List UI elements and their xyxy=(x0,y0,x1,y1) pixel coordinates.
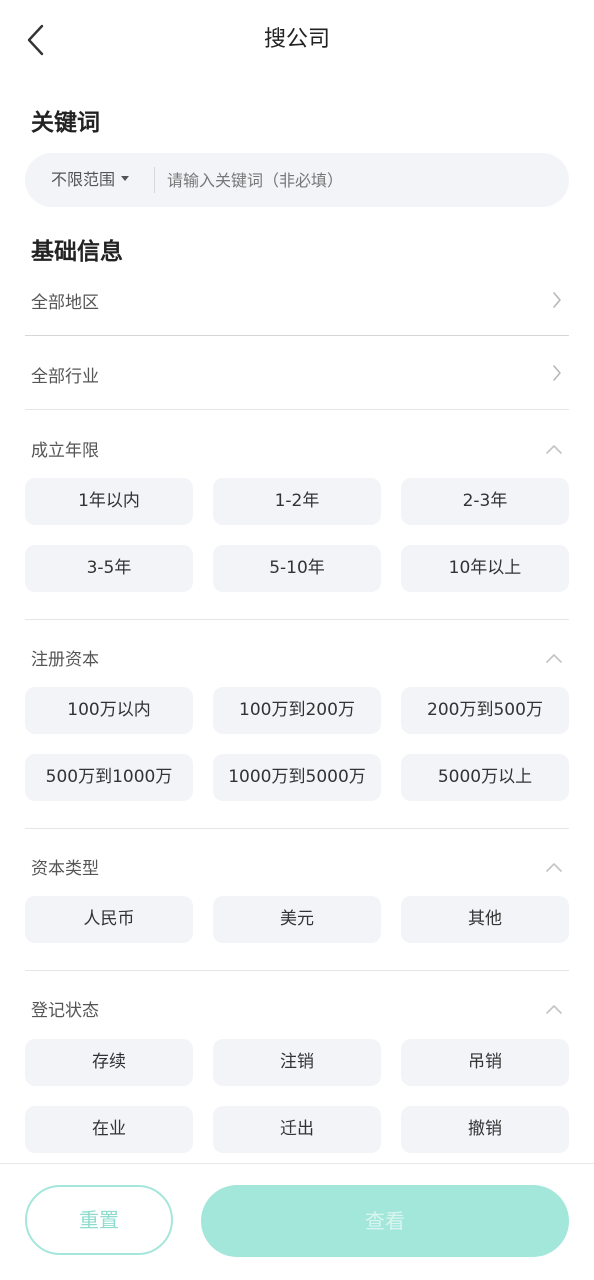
status-option-chip[interactable]: 撤销 xyxy=(401,1106,569,1153)
years-option-chip[interactable]: 2-3年 xyxy=(401,478,569,525)
capital-option-chip[interactable]: 1000万到5000万 xyxy=(213,754,381,801)
capital-option-chip[interactable]: 200万到500万 xyxy=(401,687,569,734)
divider xyxy=(25,409,569,410)
status-option-chip[interactable]: 存续 xyxy=(25,1039,193,1086)
capital-type-filter-label: 资本类型 xyxy=(31,859,99,879)
view-button[interactable]: 查看 xyxy=(201,1185,569,1257)
footer-divider xyxy=(0,1163,594,1164)
divider xyxy=(25,619,569,620)
chevron-right-icon[interactable] xyxy=(551,363,563,383)
capital-filter-label: 注册资本 xyxy=(31,650,99,670)
scope-label: 不限范围 xyxy=(51,170,116,189)
chevron-up-icon[interactable] xyxy=(545,1000,563,1014)
status-option-chip[interactable]: 迁出 xyxy=(213,1106,381,1153)
industry-selector-label[interactable]: 全部行业 xyxy=(31,362,99,387)
capital-option-chip[interactable]: 5000万以上 xyxy=(401,754,569,801)
chevron-up-icon[interactable] xyxy=(545,649,563,663)
capital-type-option-chip[interactable]: 美元 xyxy=(213,896,381,943)
reset-button[interactable]: 重置 xyxy=(25,1185,173,1255)
status-filter-label: 登记状态 xyxy=(31,1001,99,1021)
capital-type-option-chip[interactable]: 人民币 xyxy=(25,896,193,943)
chevron-right-icon[interactable] xyxy=(551,290,563,310)
capital-type-option-chip[interactable]: 其他 xyxy=(401,896,569,943)
status-option-chip[interactable]: 吊销 xyxy=(401,1039,569,1086)
page-title: 搜公司 xyxy=(263,27,330,52)
capital-option-chip[interactable]: 100万以内 xyxy=(25,687,193,734)
divider xyxy=(154,167,155,193)
status-option-chip[interactable]: 在业 xyxy=(25,1106,193,1153)
status-option-chip[interactable]: 注销 xyxy=(213,1039,381,1086)
divider xyxy=(25,828,569,829)
divider xyxy=(25,335,569,336)
years-filter-label: 成立年限 xyxy=(31,441,99,461)
capital-option-chip[interactable]: 100万到200万 xyxy=(213,687,381,734)
keyword-input[interactable] xyxy=(167,153,547,207)
years-option-chip[interactable]: 1-2年 xyxy=(213,478,381,525)
years-option-chip[interactable]: 3-5年 xyxy=(25,545,193,592)
keyword-search-bar: 不限范围 xyxy=(25,153,569,207)
basic-info-title: 基础信息 xyxy=(31,239,123,265)
caret-down-icon xyxy=(121,176,130,181)
capital-option-chip[interactable]: 500万到1000万 xyxy=(25,754,193,801)
years-option-chip[interactable]: 10年以上 xyxy=(401,545,569,592)
region-selector-label[interactable]: 全部地区 xyxy=(31,288,99,313)
chevron-up-icon[interactable] xyxy=(545,858,563,872)
chevron-up-icon[interactable] xyxy=(545,440,563,454)
years-option-chip[interactable]: 5-10年 xyxy=(213,545,381,592)
scope-dropdown[interactable]: 不限范围 xyxy=(51,153,130,207)
keyword-section-title: 关键词 xyxy=(31,110,100,136)
years-option-chip[interactable]: 1年以内 xyxy=(25,478,193,525)
divider xyxy=(25,970,569,971)
